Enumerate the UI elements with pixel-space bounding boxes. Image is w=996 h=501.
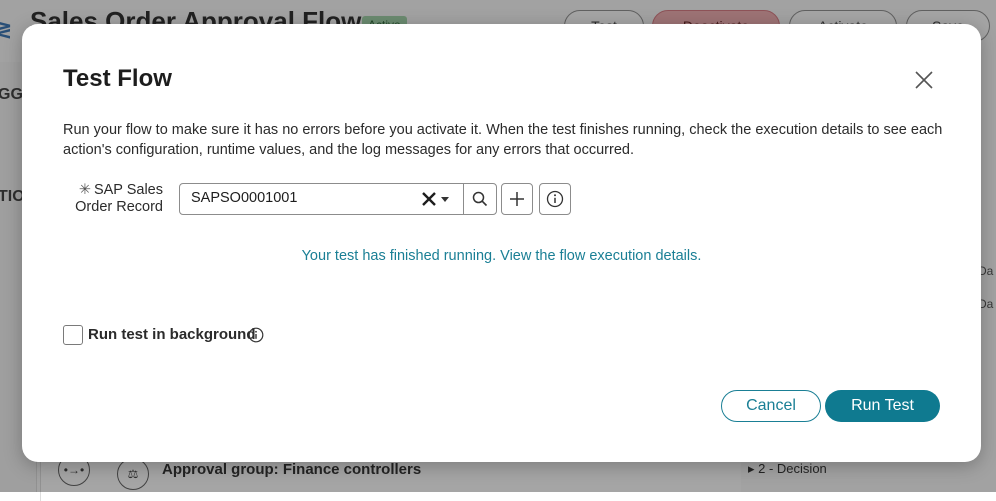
execution-details-link[interactable]: Your test has finished running. View the… [22,248,981,264]
cancel-button[interactable]: Cancel [721,390,821,422]
close-icon[interactable] [911,67,937,93]
add-record-button[interactable] [501,183,533,215]
chevron-down-icon[interactable] [441,197,449,202]
info-icon [546,190,564,208]
test-flow-modal: Test Flow Run your flow to make sure it … [22,24,981,462]
search-icon [472,191,488,207]
record-info-button[interactable] [539,183,571,215]
info-icon[interactable] [248,327,264,343]
modal-title: Test Flow [63,65,172,92]
lookup-search-button[interactable] [463,183,497,215]
required-icon: ✳ [78,182,91,198]
record-reference-input[interactable]: SAPSO0001001 [179,183,465,215]
record-field-label: ✳ SAP Sales Order Record [64,182,163,216]
plus-icon [510,192,524,206]
run-in-background-label[interactable]: Run test in background [88,326,256,343]
run-in-background-checkbox[interactable] [63,325,83,345]
record-value[interactable]: SAPSO0001001 [191,190,297,206]
clear-icon[interactable] [422,192,436,206]
modal-description: Run your flow to make sure it has no err… [63,122,943,158]
run-test-button[interactable]: Run Test [825,390,940,422]
